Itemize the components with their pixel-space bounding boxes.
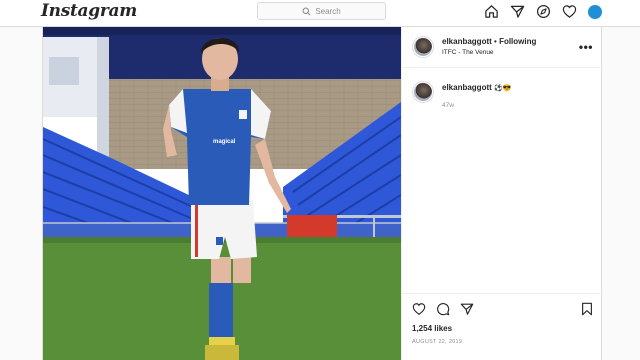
instagram-logo[interactable]: Instagram xyxy=(41,1,137,21)
separator-dot: • xyxy=(494,37,497,46)
post-date: AUGUST 22, 2019 xyxy=(412,339,463,345)
likes-count[interactable]: 1,254 likes xyxy=(412,324,452,333)
comment-icon[interactable] xyxy=(436,302,450,316)
author-line: elkanbaggott • Following xyxy=(442,37,536,46)
more-options-button[interactable]: ••• xyxy=(579,40,593,54)
author-username[interactable]: elkanbaggott xyxy=(442,37,492,46)
post-actions: 1,254 likes AUGUST 22, 2019 xyxy=(402,293,603,360)
caption-timestamp: 47w xyxy=(442,102,454,109)
caption-avatar[interactable] xyxy=(412,81,434,103)
search-placeholder: Search xyxy=(315,6,341,16)
follow-status-button[interactable]: Following xyxy=(499,37,536,46)
home-icon[interactable] xyxy=(484,4,499,19)
post-card: magical elkanbaggott • Following ITFC - … xyxy=(42,27,603,360)
caption: elkanbaggott ⚽😎 xyxy=(442,83,511,92)
author-avatar[interactable] xyxy=(412,36,434,58)
post-photo[interactable]: magical xyxy=(43,27,401,360)
profile-avatar[interactable] xyxy=(588,4,602,19)
caption-username[interactable]: elkanbaggott xyxy=(442,83,492,92)
post-details-panel: elkanbaggott • Following ITFC - The Venu… xyxy=(401,27,603,360)
post-location[interactable]: ITFC - The Venue xyxy=(442,49,494,56)
direct-message-icon[interactable] xyxy=(510,4,525,19)
search-box[interactable]: Search xyxy=(257,2,386,20)
search-icon xyxy=(302,7,311,15)
like-heart-icon[interactable] xyxy=(412,302,426,316)
top-nav-bar: Instagram Search xyxy=(0,0,640,27)
save-bookmark-icon[interactable] xyxy=(580,302,594,316)
footballer-photo-illustration: magical xyxy=(43,27,401,360)
nav-icons xyxy=(484,4,602,19)
svg-text:magical: magical xyxy=(213,139,236,145)
caption-emoji: ⚽😎 xyxy=(494,85,512,92)
share-icon[interactable] xyxy=(460,302,474,316)
post-header: elkanbaggott • Following ITFC - The Venu… xyxy=(402,27,603,68)
activity-heart-icon[interactable] xyxy=(562,4,577,19)
explore-icon[interactable] xyxy=(536,4,551,19)
